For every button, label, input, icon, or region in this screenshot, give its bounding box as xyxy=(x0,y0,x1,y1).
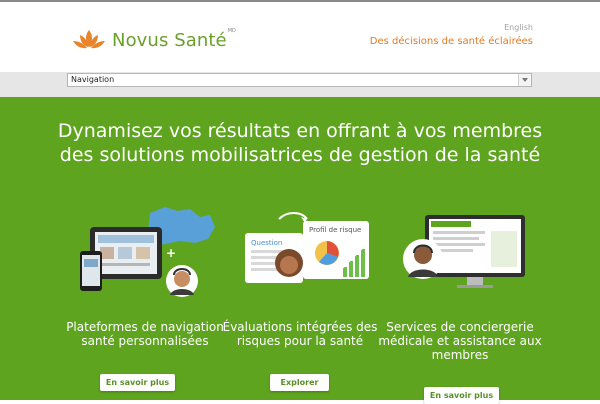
tagline: Des décisions de santé éclairées xyxy=(369,36,533,47)
feature-risk-assessment: Question Profil de risque Évaluations in… xyxy=(215,205,385,348)
monitor-concierge-icon xyxy=(375,205,545,300)
feature-navigation: + Plateformes de navigation santé person… xyxy=(60,205,230,348)
learn-more-button[interactable]: En savoir plus xyxy=(100,374,175,391)
navigation-select-label: Navigation xyxy=(71,75,115,84)
question-card-label: Question xyxy=(251,239,282,247)
feature-title: Services de conciergerie médicale et ass… xyxy=(378,320,542,362)
lotus-logo-icon xyxy=(73,30,105,49)
hero-section: Dynamisez vos résultats en offrant à vos… xyxy=(0,97,600,404)
site-header: Novus Santé MD English Des décisions de … xyxy=(0,2,600,72)
trademark: MD xyxy=(227,28,236,34)
brand-name: Novus Santé xyxy=(112,29,227,51)
svg-text:+: + xyxy=(166,246,176,260)
feature-title: Évaluations intégrées des risques pour l… xyxy=(222,320,378,348)
chevron-down-icon[interactable] xyxy=(518,74,531,86)
risk-profile-cards-icon: Question Profil de risque xyxy=(215,205,385,300)
navigation-select[interactable]: Navigation xyxy=(67,73,532,87)
learn-more-button[interactable]: En savoir plus xyxy=(424,387,499,404)
feature-concierge: Services de conciergerie médicale et ass… xyxy=(375,205,545,362)
feature-title: Plateformes de navigation santé personna… xyxy=(66,320,224,348)
hero-headline: Dynamisez vos résultats en offrant à vos… xyxy=(57,120,543,166)
logo[interactable]: Novus Santé MD xyxy=(72,28,236,52)
explore-button[interactable]: Explorer xyxy=(270,374,329,391)
profile-card-label: Profil de risque xyxy=(309,226,361,234)
language-link[interactable]: English xyxy=(504,23,533,32)
tablet-phone-map-icon: + xyxy=(60,205,230,300)
